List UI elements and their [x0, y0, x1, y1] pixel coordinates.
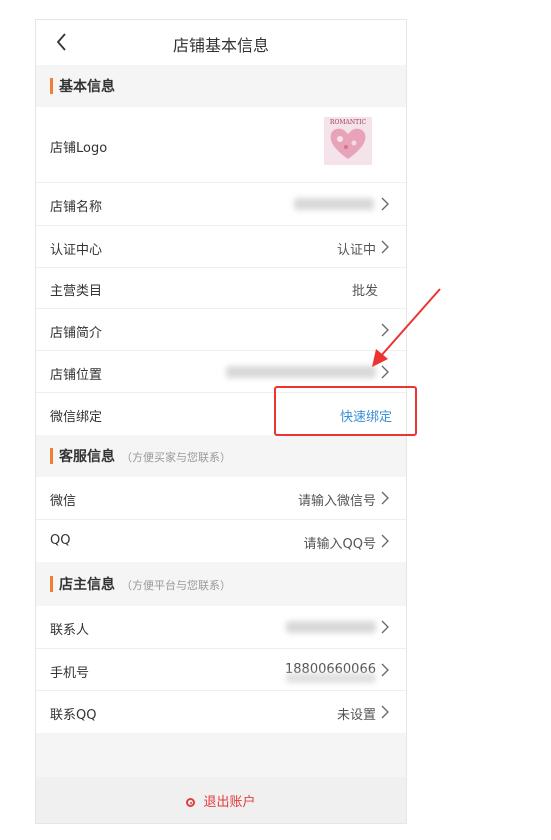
chevron-right-icon	[381, 663, 389, 677]
section-accent-bar	[50, 78, 53, 94]
section-service-title: 客服信息 （方便买家与您联系）	[59, 446, 231, 466]
logo-text: ROMANTIC	[329, 119, 367, 126]
chevron-right-icon	[381, 620, 389, 634]
wechat-input[interactable]: 请输入微信号	[298, 490, 376, 509]
chevron-right-icon	[381, 197, 389, 211]
section-owner-title: 店主信息 （方便平台与您联系）	[59, 574, 231, 594]
row-main-category: 主营类目 批发	[36, 268, 406, 309]
phone-redaction-overlay	[286, 673, 376, 683]
row-store-name[interactable]: 店铺名称	[36, 183, 406, 226]
qq-label: QQ	[50, 533, 71, 548]
page-title: 店铺基本信息	[172, 36, 269, 55]
qq-input[interactable]: 请输入QQ号	[304, 533, 376, 552]
row-certification[interactable]: 认证中心 认证中	[36, 226, 406, 268]
row-phone[interactable]: 手机号 18800660066	[36, 649, 406, 691]
store-location-label: 店铺位置	[50, 368, 103, 383]
certification-label: 认证中心	[50, 243, 103, 258]
row-contact-person[interactable]: 联系人	[36, 606, 406, 649]
store-name-redacted	[294, 198, 374, 210]
section-service-header: 客服信息 （方便买家与您联系）	[36, 435, 406, 477]
section-basic-header: 基本信息	[36, 65, 406, 107]
chevron-right-icon	[381, 534, 389, 548]
annotation-highlight-box	[274, 386, 417, 436]
row-contact-qq[interactable]: 联系QQ 未设置	[36, 691, 406, 733]
chevron-right-icon	[381, 491, 389, 505]
section-owner-title-text: 店主信息	[59, 577, 115, 593]
store-logo-label: 店铺Logo	[50, 141, 108, 156]
section-service-hint: （方便买家与您联系）	[121, 451, 231, 464]
section-accent-bar	[50, 576, 53, 592]
wechat-bind-label: 微信绑定	[50, 410, 103, 425]
footer-bar: 退出账户	[36, 777, 406, 823]
logout-button[interactable]: 退出账户	[36, 791, 406, 810]
logout-label: 退出账户	[203, 795, 256, 810]
logout-icon	[186, 798, 196, 807]
store-logo-image[interactable]: ROMANTIC	[324, 117, 372, 165]
section-basic-title: 基本信息	[59, 79, 115, 95]
store-location-redacted	[226, 366, 376, 378]
contact-qq-label: 联系QQ	[50, 708, 97, 723]
store-intro-label: 店铺简介	[50, 326, 103, 341]
section-owner-header: 店主信息 （方便平台与您联系）	[36, 563, 406, 605]
main-category-label: 主营类目	[50, 284, 103, 299]
phone-label: 手机号	[50, 666, 90, 681]
row-store-logo[interactable]: 店铺Logo ROMANTIC	[36, 107, 406, 183]
store-name-label: 店铺名称	[50, 200, 103, 215]
row-qq[interactable]: QQ 请输入QQ号	[36, 520, 406, 562]
annotation-arrow-icon	[372, 288, 441, 367]
contact-qq-value: 未设置	[336, 708, 376, 723]
row-wechat[interactable]: 微信 请输入微信号	[36, 477, 406, 520]
section-accent-bar	[50, 448, 53, 464]
nav-bar: 店铺基本信息	[36, 20, 406, 65]
row-store-intro[interactable]: 店铺简介	[36, 309, 406, 351]
chevron-right-icon	[381, 705, 389, 719]
contact-person-redacted	[286, 621, 376, 633]
section-owner-hint: （方便平台与您联系）	[121, 579, 231, 592]
section-service-title-text: 客服信息	[59, 449, 115, 465]
contact-person-label: 联系人	[50, 623, 90, 638]
chevron-right-icon	[381, 240, 389, 254]
wechat-label: 微信	[50, 494, 77, 509]
certification-status: 认证中	[336, 243, 376, 258]
